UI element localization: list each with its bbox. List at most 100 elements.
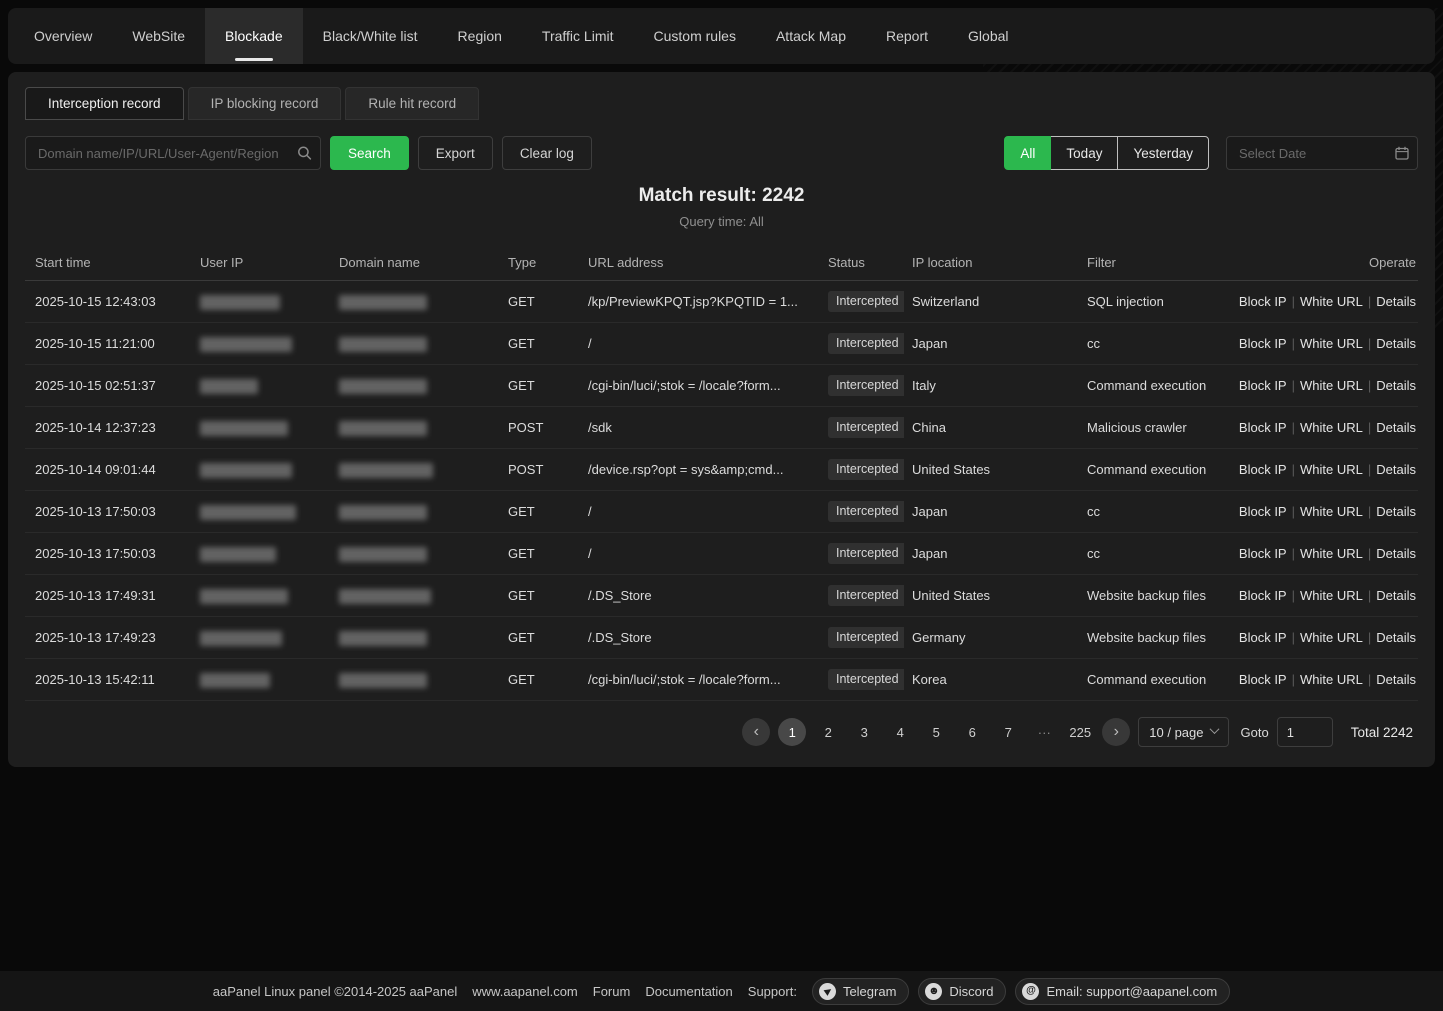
subtab-rule-hit-record[interactable]: Rule hit record (345, 87, 479, 120)
url-address-cell: /cgi-bin/luci/;stok = /locale?form... (580, 659, 820, 701)
filter-cell: cc (1079, 533, 1229, 575)
op-details-link[interactable]: Details (1376, 378, 1416, 393)
op-white-url-link[interactable]: White URL (1300, 294, 1363, 309)
footer-link-www-aapanel-com[interactable]: www.aapanel.com (472, 984, 578, 999)
page-number-3[interactable]: 3 (850, 718, 878, 746)
calendar-icon[interactable] (1395, 146, 1409, 160)
column-header-url-address: URL address (580, 245, 820, 281)
op-white-url-link[interactable]: White URL (1300, 630, 1363, 645)
page-number-4[interactable]: 4 (886, 718, 914, 746)
nav-tab-website[interactable]: WebSite (112, 8, 205, 64)
op-block-ip-link[interactable]: Block IP (1239, 504, 1287, 519)
table-row: 2025-10-13 17:49:23GET/.DS_StoreIntercep… (25, 617, 1418, 659)
op-details-link[interactable]: Details (1376, 462, 1416, 477)
page-number-5[interactable]: 5 (922, 718, 950, 746)
op-details-link[interactable]: Details (1376, 546, 1416, 561)
op-block-ip-link[interactable]: Block IP (1239, 294, 1287, 309)
op-details-link[interactable]: Details (1376, 504, 1416, 519)
op-block-ip-link[interactable]: Block IP (1239, 336, 1287, 351)
page-number-7[interactable]: 7 (994, 718, 1022, 746)
page-number-6[interactable]: 6 (958, 718, 986, 746)
op-details-link[interactable]: Details (1376, 420, 1416, 435)
url-address-cell: / (580, 323, 820, 365)
pagination-ellipsis[interactable]: ··· (1030, 718, 1058, 746)
status-cell: Intercepted (820, 449, 904, 491)
table-row: 2025-10-13 17:50:03GET/InterceptedJapanc… (25, 533, 1418, 575)
op-block-ip-link[interactable]: Block IP (1239, 420, 1287, 435)
op-block-ip-link[interactable]: Block IP (1239, 672, 1287, 687)
nav-tab-attack-map[interactable]: Attack Map (756, 8, 866, 64)
op-block-ip-link[interactable]: Block IP (1239, 546, 1287, 561)
op-white-url-link[interactable]: White URL (1300, 420, 1363, 435)
footer-link-documentation[interactable]: Documentation (645, 984, 732, 999)
nav-tab-custom-rules[interactable]: Custom rules (634, 8, 756, 64)
column-header-status: Status (820, 245, 904, 281)
ip-location-cell: Japan (904, 533, 1079, 575)
footer: aaPanel Linux panel ©2014-2025 aaPanel w… (0, 971, 1443, 1011)
op-block-ip-link[interactable]: Block IP (1239, 630, 1287, 645)
nav-tab-blockade[interactable]: Blockade (205, 8, 303, 64)
url-address-cell: /device.rsp?opt = sys&amp;cmd... (580, 449, 820, 491)
range-button-today[interactable]: Today (1050, 136, 1118, 170)
footer-link-forum[interactable]: Forum (593, 984, 631, 999)
prev-page-button[interactable]: ‹ (742, 718, 770, 746)
op-white-url-link[interactable]: White URL (1300, 672, 1363, 687)
url-address-cell: / (580, 491, 820, 533)
page-number-2[interactable]: 2 (814, 718, 842, 746)
request-type-cell: GET (500, 281, 580, 323)
op-details-link[interactable]: Details (1376, 336, 1416, 351)
goto-label: Goto (1241, 725, 1269, 740)
op-white-url-link[interactable]: White URL (1300, 546, 1363, 561)
copyright-text: aaPanel Linux panel ©2014-2025 aaPanel (213, 984, 458, 999)
domain-name-redacted (339, 547, 427, 562)
op-details-link[interactable]: Details (1376, 672, 1416, 687)
footer-button-discord[interactable]: ☻Discord (918, 978, 1006, 1005)
footer-button-email[interactable]: @Email: support@aapanel.com (1015, 978, 1230, 1005)
start-time-cell: 2025-10-13 17:49:23 (25, 617, 192, 659)
op-block-ip-link[interactable]: Block IP (1239, 462, 1287, 477)
status-badge: Intercepted (828, 627, 904, 648)
nav-tab-region[interactable]: Region (438, 8, 522, 64)
footer-button-label: Email: support@aapanel.com (1046, 984, 1217, 999)
op-white-url-link[interactable]: White URL (1300, 588, 1363, 603)
op-white-url-link[interactable]: White URL (1300, 462, 1363, 477)
op-block-ip-link[interactable]: Block IP (1239, 378, 1287, 393)
nav-tab-black-white-list[interactable]: Black/White list (303, 8, 438, 64)
table-row: 2025-10-13 17:49:31GET/.DS_StoreIntercep… (25, 575, 1418, 617)
search-input[interactable] (25, 136, 321, 170)
column-header-filter: Filter (1079, 245, 1229, 281)
page-number-1[interactable]: 1 (778, 718, 806, 746)
nav-tab-traffic-limit[interactable]: Traffic Limit (522, 8, 634, 64)
date-input[interactable] (1226, 136, 1418, 170)
op-white-url-link[interactable]: White URL (1300, 336, 1363, 351)
op-details-link[interactable]: Details (1376, 294, 1416, 309)
search-button[interactable]: Search (330, 136, 409, 170)
clear-log-button[interactable]: Clear log (502, 136, 592, 170)
goto-page-input[interactable] (1277, 717, 1333, 747)
ip-location-cell: Korea (904, 659, 1079, 701)
toolbar: Search Export Clear log AllTodayYesterda… (8, 120, 1435, 170)
range-button-all[interactable]: All (1004, 136, 1051, 170)
op-block-ip-link[interactable]: Block IP (1239, 588, 1287, 603)
op-white-url-link[interactable]: White URL (1300, 378, 1363, 393)
page-number-225[interactable]: 225 (1066, 718, 1094, 746)
range-button-yesterday[interactable]: Yesterday (1117, 136, 1209, 170)
nav-tab-overview[interactable]: Overview (14, 8, 112, 64)
nav-tab-global[interactable]: Global (948, 8, 1028, 64)
domain-name-redacted (339, 505, 427, 520)
status-badge: Intercepted (828, 501, 904, 522)
op-details-link[interactable]: Details (1376, 630, 1416, 645)
op-white-url-link[interactable]: White URL (1300, 504, 1363, 519)
subtab-ip-blocking-record[interactable]: IP blocking record (188, 87, 342, 120)
footer-button-telegram[interactable]: ▶Telegram (812, 978, 909, 1005)
export-button[interactable]: Export (418, 136, 493, 170)
search-icon[interactable] (297, 146, 312, 161)
op-details-link[interactable]: Details (1376, 588, 1416, 603)
nav-tab-report[interactable]: Report (866, 8, 948, 64)
operate-separator: | (1292, 420, 1295, 435)
operate-separator: | (1292, 672, 1295, 687)
page-size-select[interactable]: 10 / page (1138, 717, 1228, 747)
next-page-button[interactable]: › (1102, 718, 1130, 746)
subtab-interception-record[interactable]: Interception record (25, 87, 184, 120)
domain-name-cell (331, 659, 500, 701)
